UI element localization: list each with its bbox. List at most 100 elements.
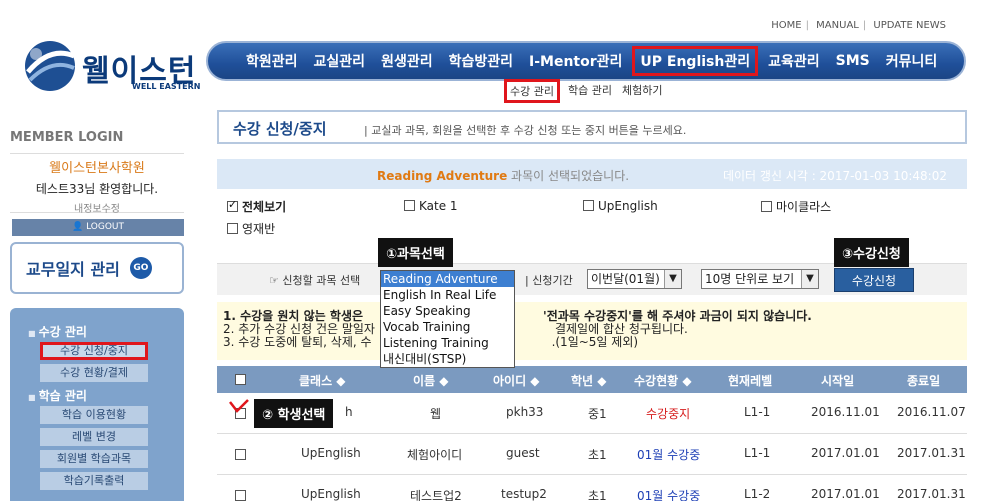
cell-end: 2017.01.31: [897, 446, 966, 460]
callout-step3: ③수강신청: [834, 238, 909, 267]
bullet-icon: ■: [28, 329, 36, 338]
journal-label: 교무일지 관리: [26, 260, 120, 279]
member-login-title: MEMBER LOGIN: [10, 130, 124, 145]
row-checkbox[interactable]: [235, 449, 246, 460]
side-section-enrollment: ■ 수강 관리: [28, 325, 87, 339]
subnav-enrollment[interactable]: 수강 관리: [504, 79, 560, 103]
nav-classroom[interactable]: 교실관리: [306, 51, 374, 71]
checkbox-icon: [227, 198, 238, 212]
nav-imentor[interactable]: I-Mentor관리: [521, 51, 630, 71]
filter-kate1[interactable]: Kate 1: [404, 198, 458, 213]
filter-all[interactable]: 전체보기: [227, 198, 286, 215]
course-option[interactable]: Listening Training: [381, 335, 514, 351]
notice-box: 1. 수강을 원치 않는 학생은 '전과목 수강중지'를 해 주셔야 과금이 되지…: [217, 302, 967, 360]
notice-line-3: 3. 수강 도중에 탈퇴, 삭제, 수 .(1일~5일 제외): [223, 335, 639, 349]
go-icon: GO: [129, 257, 152, 279]
course-dropdown[interactable]: Reading Adventure English In Real Life E…: [380, 270, 515, 368]
col-class[interactable]: 클래스 ◆: [299, 372, 346, 389]
update-news-link[interactable]: UPDATE NEWS: [873, 20, 946, 31]
school-name: 웰이스턴본사학원: [49, 161, 145, 176]
edit-info-link[interactable]: 내정보수정: [10, 200, 184, 215]
control-row: ☞ 신청할 과목 선택 | 신청기간 이번달(01월) ▼ 10명 단위로 보기 ▼…: [217, 263, 967, 295]
selected-course-message: Reading Adventure 과목이 선택되었습니다.: [377, 169, 630, 183]
course-option[interactable]: 내신대비(STSP): [381, 351, 514, 367]
nav-sms[interactable]: SMS: [828, 53, 878, 69]
checkbox-icon: [761, 201, 772, 212]
top-links: HOME | MANUAL | UPDATE NEWS: [771, 20, 946, 31]
row-checkbox[interactable]: [235, 490, 246, 501]
cell-name: 테스트업2: [410, 489, 462, 501]
apply-enrollment-button[interactable]: 수강신청: [834, 268, 914, 292]
member-box: 웰이스턴본사학원 테스트33님 환영합니다. 내정보수정: [10, 153, 184, 215]
red-check-icon: [229, 399, 249, 413]
sub-nav: 수강 관리 학습 관리 체험하기: [504, 79, 664, 103]
filter-upenglish[interactable]: UpEnglish: [583, 198, 658, 213]
col-end: 종료일: [907, 374, 941, 388]
manual-link[interactable]: MANUAL: [816, 20, 859, 31]
callout-step2: ② 학생선택: [254, 399, 334, 428]
filter-myclass[interactable]: 마이클라스: [761, 198, 831, 215]
cell-status: 01월 수강중: [637, 489, 701, 501]
page-heading: 수강 신청/중지 | 교실과 과목, 회원을 선택한 후 수강 신청 또는 중지…: [217, 110, 967, 144]
course-option[interactable]: Easy Speaking: [381, 303, 514, 319]
nav-academy[interactable]: 학원관리: [238, 51, 306, 71]
cell-status: 01월 수강중: [637, 448, 701, 462]
col-start: 시작일: [821, 374, 855, 388]
course-option[interactable]: English In Real Life: [381, 287, 514, 303]
side-section-study: ■ 학습 관리: [28, 389, 87, 403]
cell-start: 2017.01.01: [811, 446, 880, 460]
table-row[interactable]: UpEnglish 테스트업2 testup2 초1 01월 수강중 L1-2 …: [217, 475, 967, 501]
side-item-enroll-status[interactable]: 수강 현황/결제: [40, 364, 148, 382]
nav-student[interactable]: 원생관리: [373, 51, 441, 71]
table-header: 클래스 ◆ 이름 ◆ 아이디 ◆ 학년 ◆ 수강현황 ◆ 현재레벨 시작일 종료…: [217, 366, 967, 393]
globe-logo-icon: [25, 41, 75, 91]
cell-level: L1-1: [744, 405, 771, 419]
filter-gifted[interactable]: 영재반: [227, 220, 275, 237]
logout-label: LOGOUT: [86, 222, 124, 232]
col-grade[interactable]: 학년 ◆: [571, 372, 607, 389]
checkbox-icon: [404, 200, 415, 211]
period-label: | 신청기간: [525, 274, 573, 287]
period-select[interactable]: 이번달(01월) ▼: [587, 269, 682, 289]
chevron-down-icon: ▼: [801, 270, 818, 288]
page-title: 수강 신청/중지: [233, 120, 327, 138]
col-id[interactable]: 아이디 ◆: [493, 372, 540, 389]
logo-subtext: WELL EASTERN: [132, 82, 201, 91]
side-item-level-change[interactable]: 레벨 변경: [40, 428, 148, 446]
col-name[interactable]: 이름 ◆: [413, 372, 449, 389]
course-select-label: ☞ 신청할 과목 선택: [269, 274, 361, 287]
side-item-usage[interactable]: 학습 이용현황: [40, 406, 148, 424]
side-item-enroll-stop[interactable]: 수강 신청/중지: [40, 342, 148, 360]
cell-end: 2017.01.31: [897, 487, 966, 501]
side-item-member-course[interactable]: 회원별 학습과목: [40, 450, 148, 468]
subnav-trial[interactable]: 체험하기: [620, 82, 664, 103]
side-item-print[interactable]: 학습기록출력: [40, 472, 148, 490]
main-nav: 학원관리 교실관리 원생관리 학습방관리 I-Mentor관리 UP Engli…: [206, 41, 966, 81]
user-icon: 👤: [71, 222, 84, 232]
course-option[interactable]: Reading Adventure: [381, 271, 514, 287]
nav-studyroom[interactable]: 학습방관리: [441, 51, 521, 71]
course-option[interactable]: Vocab Training: [381, 319, 514, 335]
col-status[interactable]: 수강현황 ◆: [634, 372, 692, 389]
cell-level: L1-1: [744, 446, 771, 460]
chevron-down-icon: ▼: [664, 270, 681, 288]
nav-education[interactable]: 교육관리: [760, 51, 828, 71]
page-description: | 교실과 과목, 회원을 선택한 후 수강 신청 또는 중지 버튼을 누르세요…: [364, 124, 687, 137]
journal-button[interactable]: 교무일지 관리 GO: [10, 242, 184, 294]
table-row[interactable]: UpEnglish 체험아이디 guest 초1 01월 수강중 L1-1 20…: [217, 434, 967, 475]
cell-grade: 초1: [588, 489, 607, 501]
select-all-checkbox[interactable]: [235, 374, 246, 385]
subnav-study[interactable]: 학습 관리: [566, 82, 614, 103]
logout-button[interactable]: 👤 LOGOUT: [12, 219, 184, 236]
side-menu: ■ 수강 관리 수강 신청/중지 수강 현황/결제 ■ 학습 관리 학습 이용현황 …: [10, 308, 184, 501]
cell-status: 수강중지: [646, 407, 691, 421]
cell-class: h: [345, 405, 353, 419]
logo[interactable]: 웰이스턴 WELL EASTERN: [22, 36, 202, 94]
home-link[interactable]: HOME: [771, 20, 801, 31]
cell-level: L1-2: [744, 487, 771, 501]
cell-id: guest: [506, 446, 540, 460]
page-size-select[interactable]: 10명 단위로 보기 ▼: [701, 269, 819, 289]
nav-community[interactable]: 커뮤니티: [878, 51, 946, 71]
checkbox-icon: [227, 223, 238, 234]
nav-up-english[interactable]: UP English관리: [632, 46, 759, 76]
